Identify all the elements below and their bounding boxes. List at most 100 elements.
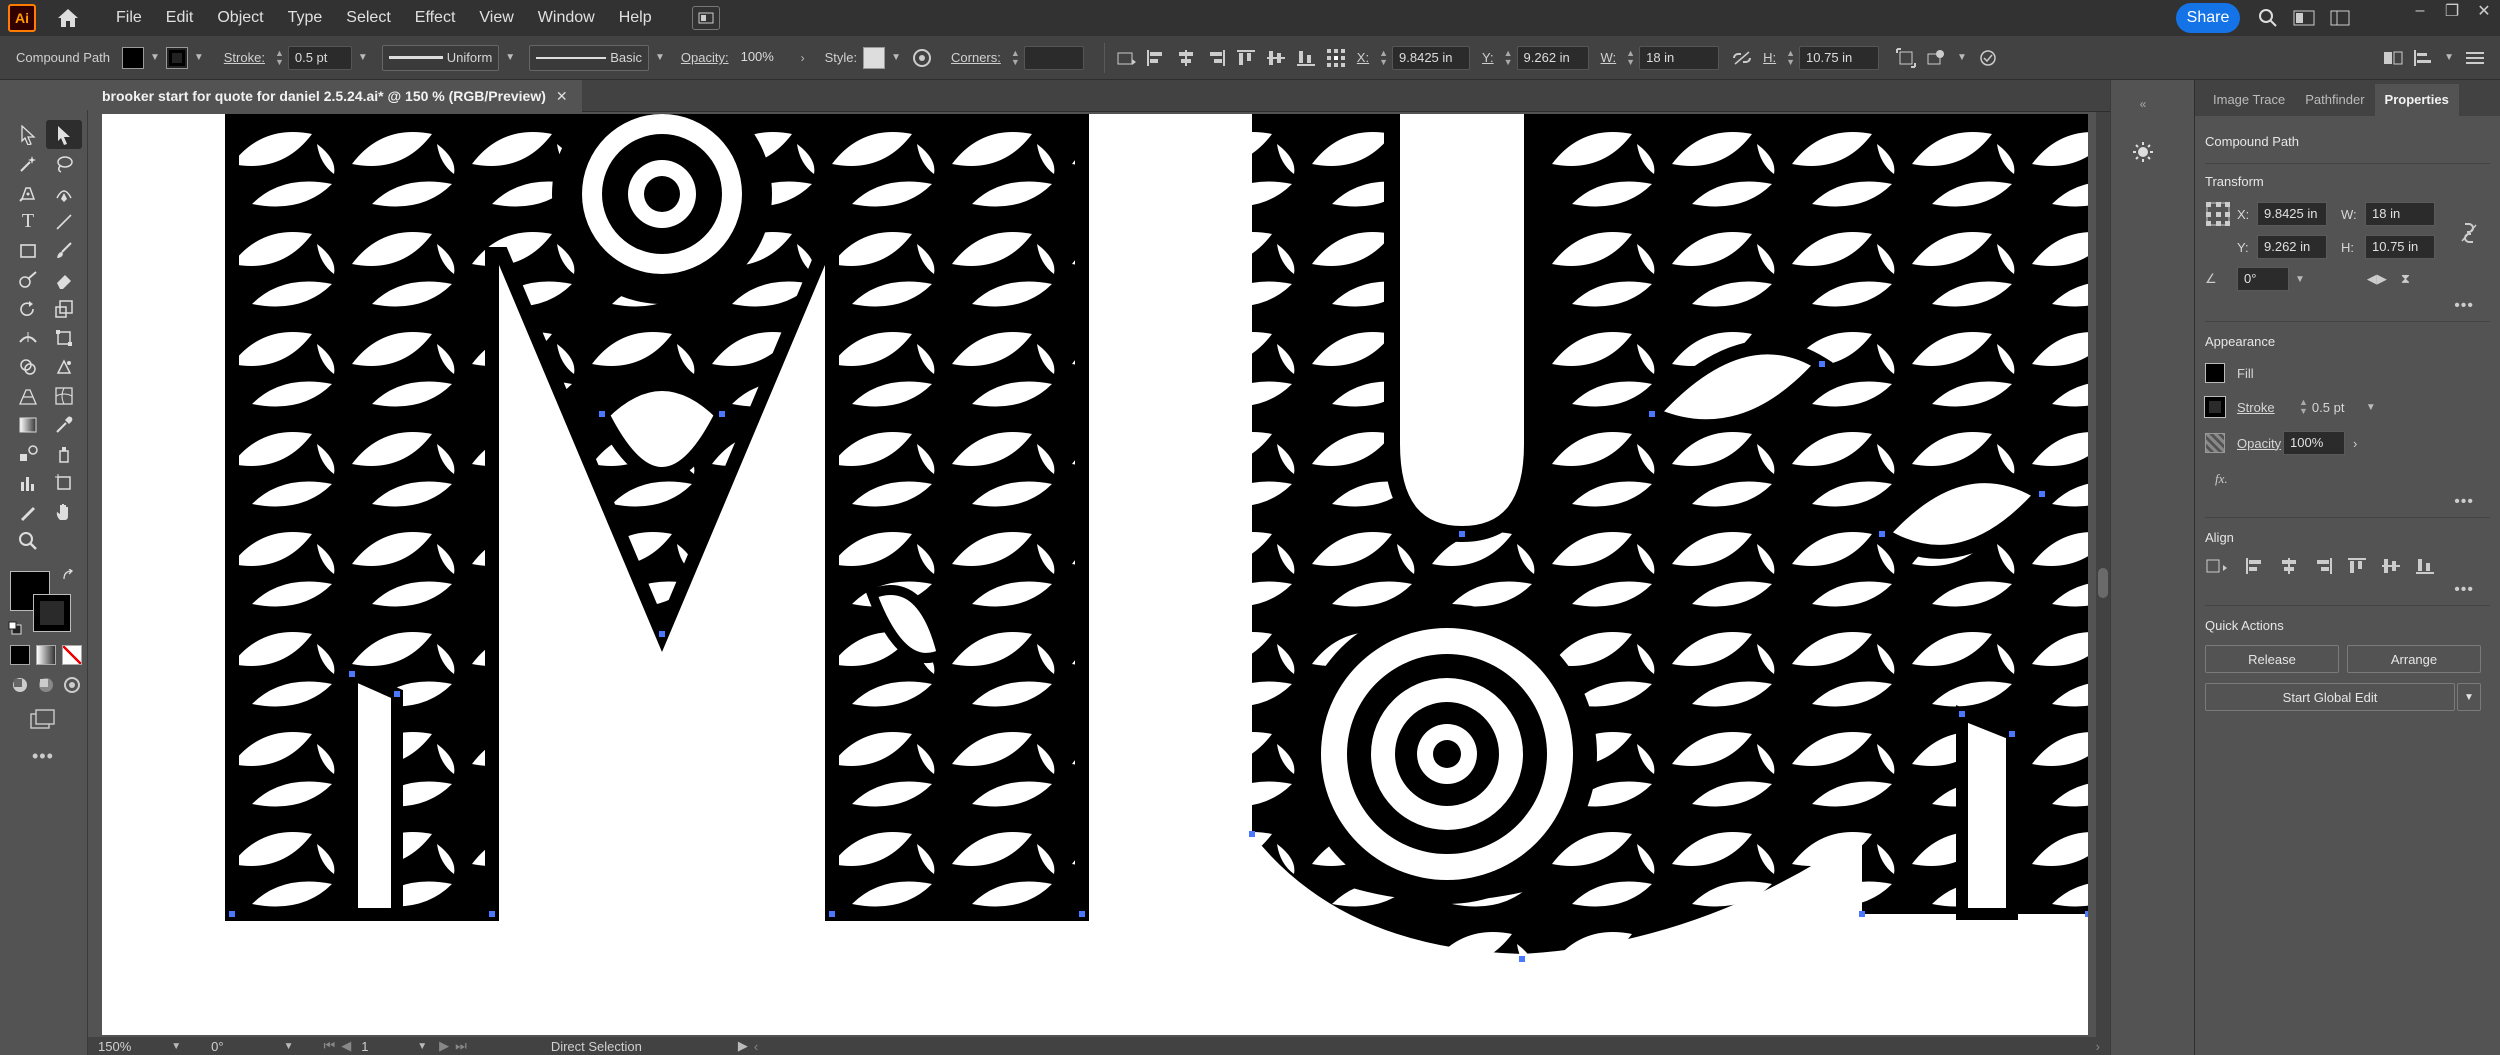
menu-file[interactable]: File [104,0,154,36]
chevron-down-icon[interactable]: ▼ [284,1041,294,1052]
eyedropper-tool-icon[interactable] [46,410,82,439]
vertical-align-center-icon[interactable] [2381,557,2401,575]
align-top-icon[interactable] [1231,43,1261,73]
panel-layout-icon[interactable] [2322,0,2358,36]
menu-edit[interactable]: Edit [154,0,206,36]
width-tool-icon[interactable] [10,323,46,352]
align-center-icon[interactable] [1171,43,1201,73]
x-field[interactable]: 9.8425 in [1392,45,1471,70]
x-stepper-icon[interactable]: ▲ ▼ [1379,48,1388,67]
fx-icon[interactable]: fx. [2215,471,2228,487]
line-segment-tool-icon[interactable] [46,207,82,236]
opacity-field[interactable]: 100% [735,46,795,70]
tab-image-trace[interactable]: Image Trace [2203,84,2295,116]
column-graph-tool-icon[interactable] [10,468,46,497]
letter-u-artwork[interactable] [1252,114,2088,959]
reference-point-icon[interactable] [2205,201,2231,227]
live-paint-tool-icon[interactable] [46,352,82,381]
start-global-edit-button[interactable]: Start Global Edit [2205,683,2455,711]
chevron-right-icon[interactable]: › [801,51,805,65]
chevron-down-icon[interactable]: ▼ [2295,274,2305,285]
artboard-tool-icon[interactable] [46,468,82,497]
align-to-icon[interactable] [1111,43,1141,73]
y-field[interactable]: 9.262 in [1516,45,1589,70]
search-icon[interactable] [2250,0,2286,36]
w-field[interactable]: 18 in [2365,202,2435,226]
home-icon[interactable] [50,0,86,36]
hand-tool-icon[interactable] [46,497,82,526]
chevron-down-icon[interactable]: ▼ [150,52,160,63]
type-tool-icon[interactable]: T [10,207,46,236]
symbol-sprayer-tool-icon[interactable] [46,439,82,468]
flip-horizontal-icon[interactable]: ◀▶ [2367,271,2387,287]
horizontal-align-right-icon[interactable] [2313,557,2333,575]
horizontal-align-center-icon[interactable] [2279,557,2299,575]
corners-stepper-icon[interactable]: ▲ ▼ [1011,48,1020,67]
chevron-down-icon[interactable]: ▼ [655,52,665,63]
menu-object[interactable]: Object [205,0,275,36]
stroke-stepper-icon[interactable]: ▲ ▼ [2299,398,2308,416]
scroll-thumb[interactable] [2098,568,2108,598]
edit-toolbar-icon[interactable]: ••• [32,746,87,767]
opacity-label[interactable]: Opacity [2237,436,2283,451]
artboard[interactable] [102,114,2088,1035]
stroke-weight-field[interactable]: 0.5 pt [287,45,352,70]
chevron-down-icon[interactable]: ▼ [2444,52,2454,63]
collapse-panels-icon[interactable]: « [2129,90,2157,118]
chevron-down-icon[interactable]: ▼ [891,52,901,63]
w-label[interactable]: W: [1601,50,1617,65]
draw-normal-icon[interactable] [10,675,30,695]
blend-tool-icon[interactable] [10,439,46,468]
chevron-down-icon[interactable]: ▼ [417,1041,427,1052]
close-tab-icon[interactable]: ✕ [556,88,568,105]
align-right-icon[interactable] [1201,43,1231,73]
draw-inside-icon[interactable] [62,675,82,695]
document-tab[interactable]: brooker start for quote for daniel 2.5.2… [88,80,582,112]
w-field[interactable]: 18 in [1639,45,1720,70]
h-field[interactable]: 10.75 in [1799,45,1880,70]
chevron-down-icon[interactable]: ▼ [194,52,204,63]
perspective-grid-tool-icon[interactable] [10,381,46,410]
menu-view[interactable]: View [467,0,525,36]
stroke-color-box[interactable] [33,594,71,632]
gradient-tool-icon[interactable] [10,410,46,439]
curvature-tool-icon[interactable] [46,178,82,207]
h-label[interactable]: H: [1763,50,1776,65]
more-transform-options-icon[interactable]: ••• [2205,297,2490,315]
arrange-icon[interactable] [2378,43,2408,73]
mesh-tool-icon[interactable] [46,381,82,410]
chevron-right-icon[interactable]: › [2353,436,2357,451]
fill-swatch[interactable] [2205,363,2225,383]
constrain-proportions-icon[interactable] [1727,43,1757,73]
align-middle-icon[interactable] [1261,43,1291,73]
opacity-label[interactable]: Opacity: [681,50,729,65]
arrange-documents-icon[interactable] [691,6,720,30]
swap-fill-stroke-icon[interactable] [62,569,76,583]
stroke-stepper-icon[interactable]: ▲ ▼ [275,48,284,67]
w-stepper-icon[interactable]: ▲ ▼ [1626,48,1635,67]
menu-select[interactable]: Select [334,0,402,36]
stroke-swatch[interactable] [165,46,188,69]
scroll-left-icon[interactable]: ‹ [754,1039,758,1054]
rotation-value[interactable]: 0° [211,1039,223,1054]
rotation-control[interactable]: 0° ▼ [211,1039,299,1054]
shape-options-icon[interactable] [1921,43,1951,73]
close-window-icon[interactable]: ✕ [2468,0,2500,22]
chevron-down-icon[interactable]: ▼ [2457,683,2481,711]
draw-behind-icon[interactable] [36,675,56,695]
flip-vertical-icon[interactable]: ⧗ [2401,271,2410,287]
horizontal-align-left-icon[interactable] [2245,557,2265,575]
reference-point-icon[interactable] [1321,43,1351,73]
vertical-align-top-icon[interactable] [2347,557,2367,575]
h-field[interactable]: 10.75 in [2365,235,2435,259]
chevron-down-icon[interactable]: ▼ [1957,52,1967,63]
lasso-tool-icon[interactable] [46,149,82,178]
workspace-switcher-icon[interactable] [2286,0,2322,36]
chevron-down-icon[interactable]: ▼ [358,52,368,63]
share-button[interactable]: Share [2176,3,2240,33]
y-label[interactable]: Y: [1482,50,1494,65]
color-icon[interactable] [10,645,30,665]
more-options-icon[interactable] [1973,43,2003,73]
menu-type[interactable]: Type [276,0,335,36]
rectangle-tool-icon[interactable] [10,236,46,265]
